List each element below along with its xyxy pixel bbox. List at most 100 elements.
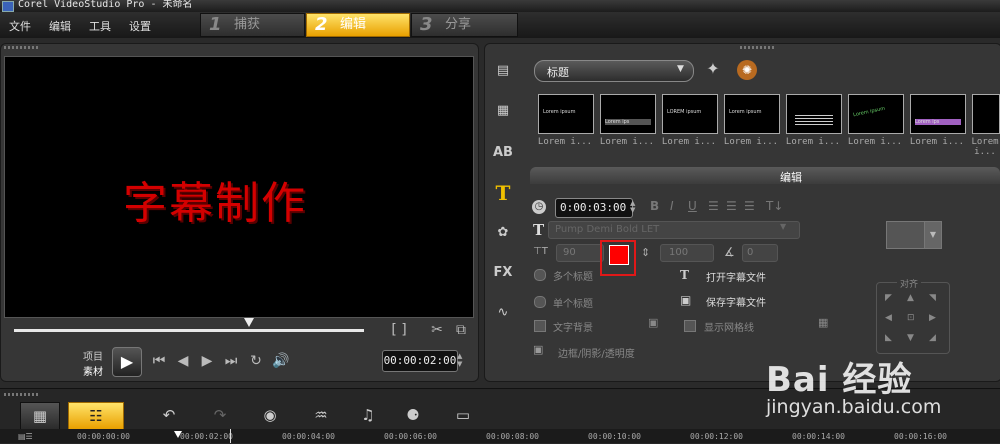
- path-icon[interactable]: ∿: [490, 300, 516, 326]
- scrubber-track[interactable]: [14, 329, 364, 332]
- title-thumbnail[interactable]: [972, 94, 1000, 134]
- step-share-tab[interactable]: 3 分享: [411, 13, 518, 37]
- redo-icon[interactable]: ↷: [208, 402, 232, 428]
- title-thumbnail[interactable]: [786, 94, 842, 134]
- align-top-left-icon[interactable]: ◤: [885, 293, 892, 303]
- timeline-view-icon[interactable]: ☷: [68, 402, 124, 430]
- align-center-icon[interactable]: ☰: [726, 199, 737, 213]
- subtitle-editor-icon[interactable]: ▭: [451, 402, 475, 428]
- step-edit-tab[interactable]: 2 编辑: [306, 13, 410, 37]
- vertical-text-icon[interactable]: T↓: [766, 199, 783, 213]
- transition-icon[interactable]: ▦: [490, 98, 516, 124]
- rotation-field[interactable]: 0: [742, 244, 778, 262]
- next-frame-icon[interactable]: ▶: [198, 353, 216, 369]
- align-left-icon[interactable]: ☰: [708, 199, 719, 213]
- timecode-spinner-icon[interactable]: ▲ ▼: [457, 352, 465, 368]
- step-label: 捕获: [234, 17, 261, 32]
- panel-grip[interactable]: [4, 46, 40, 49]
- scrubber-handle[interactable]: [244, 318, 254, 327]
- align-center-icon[interactable]: ⊡: [907, 313, 915, 323]
- align-bottom-icon[interactable]: ▼: [907, 333, 914, 343]
- border-shadow-icon[interactable]: ▣: [533, 343, 549, 357]
- font-size-select[interactable]: 90: [556, 244, 604, 262]
- grid-settings-icon[interactable]: ▦: [818, 316, 834, 330]
- media-library-icon[interactable]: ▤: [490, 58, 516, 84]
- align-left-arrow-icon[interactable]: ◀: [885, 313, 892, 323]
- text-background-checkbox[interactable]: [534, 320, 546, 332]
- undo-icon[interactable]: ↶: [157, 402, 181, 428]
- edit-tab[interactable]: 编辑: [530, 167, 1000, 184]
- underline-button[interactable]: U: [688, 199, 697, 213]
- align-right-icon[interactable]: ☰: [744, 199, 755, 213]
- previous-frame-icon[interactable]: ◀: [174, 353, 192, 369]
- motion-tracking-icon[interactable]: ⚈: [400, 402, 426, 428]
- align-bottom-left-icon[interactable]: ◣: [885, 333, 892, 343]
- repeat-icon[interactable]: ↻: [247, 353, 265, 369]
- step-capture-tab[interactable]: 1 捕获: [200, 13, 305, 37]
- font-select[interactable]: Pump Demi Bold LET: [548, 221, 800, 239]
- text-color-swatch[interactable]: [609, 245, 629, 265]
- italic-button[interactable]: I: [670, 199, 674, 213]
- preview-title-text[interactable]: 字幕制作: [5, 167, 425, 231]
- menu-file[interactable]: 文件: [9, 18, 31, 34]
- title-thumbnail[interactable]: Lorem ipsum: [538, 94, 594, 134]
- color-preview-box[interactable]: [886, 221, 926, 249]
- volume-icon[interactable]: 🔊: [272, 353, 290, 369]
- title-thumbnail[interactable]: Lorem ips: [910, 94, 966, 134]
- save-subtitle-icon[interactable]: ▣: [680, 293, 696, 307]
- ruler-timecode: 00:00:16:00: [894, 432, 947, 441]
- record-capture-icon[interactable]: ◉: [258, 402, 282, 428]
- title-thumbnail[interactable]: Lorem ipsum: [724, 94, 780, 134]
- align-bottom-right-icon[interactable]: ◢: [929, 333, 936, 343]
- save-subtitle-button[interactable]: 保存字幕文件: [706, 294, 766, 309]
- mode-project[interactable]: 项目: [83, 348, 103, 363]
- trim-brackets[interactable]: [ ]: [384, 322, 414, 338]
- align-top-icon[interactable]: ▲: [907, 293, 914, 303]
- add-star-icon[interactable]: ✦: [702, 59, 724, 79]
- panel-grip[interactable]: [4, 393, 40, 396]
- track-manager-icon[interactable]: ▤☰: [18, 432, 36, 442]
- storyboard-view-icon[interactable]: ▦: [20, 402, 60, 430]
- align-top-right-icon[interactable]: ◥: [929, 293, 936, 303]
- end-icon[interactable]: ⏭: [222, 353, 240, 369]
- title-thumbnail[interactable]: Lorem ips: [600, 94, 656, 134]
- timecode-display[interactable]: 00:00:02:00: [382, 350, 458, 372]
- show-grid-checkbox[interactable]: [684, 320, 696, 332]
- overlay-icon[interactable]: AB: [490, 140, 516, 166]
- open-subtitle-button[interactable]: 打开字幕文件: [706, 269, 766, 284]
- auto-music-icon[interactable]: ♫: [356, 402, 380, 428]
- open-subtitle-icon[interactable]: T: [680, 268, 696, 282]
- audio-mixer-icon[interactable]: ♒: [309, 402, 333, 428]
- cut-icon[interactable]: ✂: [428, 322, 446, 338]
- single-title-radio[interactable]: [534, 296, 546, 308]
- chevron-down-icon[interactable]: ▼: [924, 221, 942, 249]
- bold-button[interactable]: B: [650, 199, 659, 213]
- mode-clip[interactable]: 素材: [83, 363, 103, 378]
- category-dropdown[interactable]: 标题 ▼: [534, 60, 694, 82]
- home-icon[interactable]: ⏮: [150, 353, 168, 369]
- playhead-marker[interactable]: [174, 431, 182, 438]
- title-thumbnail[interactable]: Lorem ipsum: [848, 94, 904, 134]
- border-shadow-label[interactable]: 边框/阴影/透明度: [558, 345, 635, 360]
- background-settings-icon[interactable]: ▣: [648, 316, 664, 330]
- line-spacing-select[interactable]: 100: [660, 244, 714, 262]
- thumbnail-caption: Lorem i...: [847, 137, 903, 147]
- copy-icon[interactable]: ⧉: [452, 322, 470, 338]
- thumbnail-caption: Lorem i...: [537, 137, 593, 147]
- align-right-arrow-icon[interactable]: ▶: [929, 313, 936, 323]
- menu-settings[interactable]: 设置: [129, 18, 151, 34]
- panel-grip[interactable]: [740, 46, 776, 49]
- multi-title-radio[interactable]: [534, 269, 546, 281]
- title-thumbnail[interactable]: LOREM ipsum: [662, 94, 718, 134]
- title-icon[interactable]: T: [490, 180, 516, 206]
- graphics-icon[interactable]: ✿: [490, 220, 516, 246]
- duration-spinner-icon[interactable]: ▲ ▼: [630, 200, 635, 214]
- menu-tools[interactable]: 工具: [89, 18, 111, 34]
- menu-edit[interactable]: 编辑: [49, 18, 71, 34]
- film-reel-icon[interactable]: ✺: [737, 60, 757, 80]
- play-button[interactable]: ▶: [112, 347, 142, 377]
- watermark-brand: Bai 经验: [766, 360, 913, 400]
- align-grid: 对齐 ◤ ▲ ◥ ◀ ⊡ ▶ ◣ ▼ ◢: [876, 277, 950, 354]
- filter-icon[interactable]: FX: [490, 260, 516, 286]
- duration-field[interactable]: 0:00:03:00: [555, 198, 633, 218]
